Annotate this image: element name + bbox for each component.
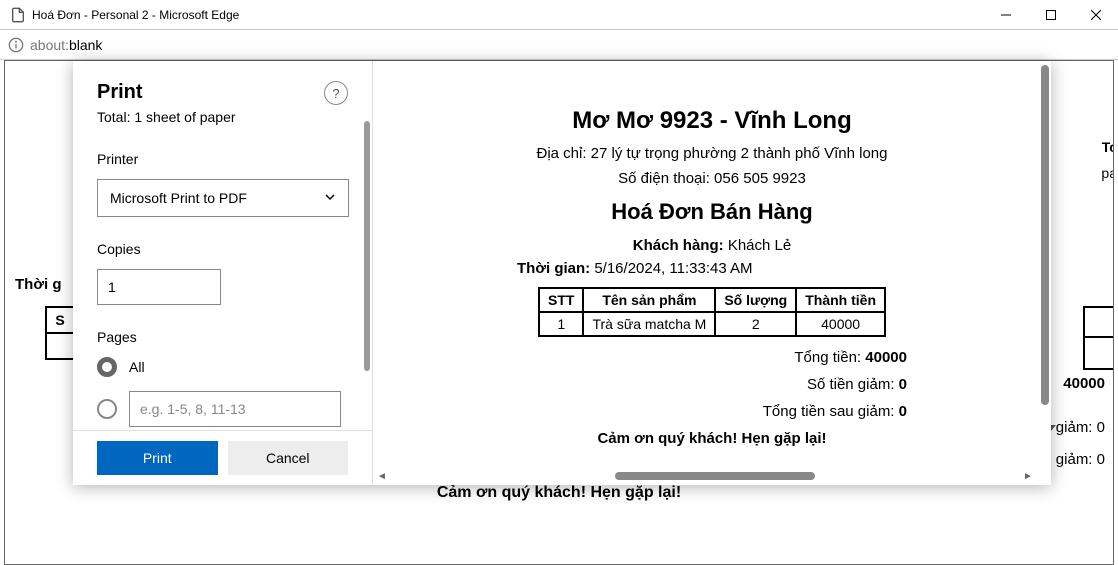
col-qty: Số lượng: [715, 288, 796, 312]
print-settings-panel: Print ? Total: 1 sheet of paper Printer …: [73, 61, 373, 485]
page-icon: [10, 7, 26, 23]
pages-range-input[interactable]: [129, 391, 341, 427]
radio-selected-icon: [97, 357, 117, 377]
copies-label: Copies: [97, 241, 348, 257]
sheet-count: Total: 1 sheet of paper: [97, 109, 348, 125]
totals-block: Tổng tiền: 40000 Số tiền giảm: 0 Tổng ti…: [401, 349, 1023, 420]
total-row: Tổng tiền: 40000: [401, 349, 907, 366]
maximize-button[interactable]: [1028, 0, 1073, 30]
settings-body: Print ? Total: 1 sheet of paper Printer …: [73, 61, 372, 430]
print-dialog: Print ? Total: 1 sheet of paper Printer …: [73, 61, 1051, 485]
thanks-message: Cảm ơn quý khách! Hẹn gặp lại!: [401, 430, 1023, 447]
col-stt: STT: [539, 288, 583, 312]
printer-label: Printer: [97, 151, 348, 167]
store-name: Mơ Mơ 9923 - Vĩnh Long: [401, 107, 1023, 135]
printer-select[interactable]: Microsoft Print to PDF: [97, 179, 349, 217]
address-bar[interactable]: about:blank: [0, 30, 1118, 60]
table-row: 1 Trà sữa matcha M 2 40000: [539, 312, 885, 336]
url-text: about:blank: [30, 37, 102, 53]
minimize-button[interactable]: [983, 0, 1028, 30]
pages-all-label: All: [129, 359, 145, 375]
discount-row: Số tiền giảm: 0: [401, 376, 907, 393]
horizontal-scroll-thumb[interactable]: [615, 472, 815, 480]
settings-scrollbar[interactable]: [364, 121, 370, 371]
table-header-row: STT Tên sản phẩm Số lượng Thành tiền: [539, 288, 885, 312]
bg-table-right: [1083, 306, 1113, 370]
print-preview: Mơ Mơ 9923 - Vĩnh Long Địa chỉ: 27 lý tự…: [373, 61, 1051, 485]
dialog-footer: Print Cancel: [73, 430, 372, 485]
pages-all-option[interactable]: All: [97, 357, 348, 377]
info-icon: [8, 37, 24, 53]
time-row: Thời gian: 5/16/2024, 11:33:43 AM: [517, 260, 1023, 277]
customer-row: Khách hàng: Khách Lẻ: [401, 237, 1023, 254]
window-controls: [983, 0, 1118, 30]
store-phone: Số điện thoại: 056 505 9923: [401, 170, 1023, 187]
printer-value: Microsoft Print to PDF: [110, 190, 247, 206]
invoice-heading: Hoá Đơn Bán Hàng: [401, 199, 1023, 225]
window-titlebar: Hoá Đơn - Personal 2 - Microsoft Edge: [0, 0, 1118, 30]
col-amount: Thành tiền: [796, 288, 885, 312]
dialog-title: Print: [97, 81, 143, 104]
bg-frag: pa: [1101, 165, 1113, 181]
preview-vertical-scrollbar[interactable]: [1041, 65, 1049, 405]
chevron-down-icon: [324, 190, 336, 206]
bg-discount-line: giảm: 0: [1046, 419, 1105, 436]
scroll-left-arrow[interactable]: ◄: [375, 469, 389, 483]
bg-time-label: Thời g: [15, 276, 62, 293]
window-title: Hoá Đơn - Personal 2 - Microsoft Edge: [32, 8, 983, 22]
bg-frag: Tc: [1102, 139, 1113, 155]
col-name: Tên sản phẩm: [583, 288, 715, 312]
help-button[interactable]: ?: [324, 81, 348, 105]
copies-input[interactable]: [97, 269, 221, 305]
radio-unselected-icon: [97, 399, 117, 419]
preview-horizontal-scrollbar[interactable]: ◄ ►: [375, 469, 1035, 483]
bg-total: 40000: [1063, 375, 1105, 392]
store-address: Địa chỉ: 27 lý tự trọng phường 2 thành p…: [401, 145, 1023, 162]
items-table: STT Tên sản phẩm Số lượng Thành tiền 1 T…: [538, 287, 886, 337]
cancel-button[interactable]: Cancel: [228, 441, 349, 475]
bg-table-fragment: S: [45, 306, 75, 360]
pages-range-option[interactable]: [97, 391, 348, 427]
bg-after-line: giảm: 0: [1056, 451, 1105, 468]
after-discount-row: Tổng tiền sau giảm: 0: [401, 403, 907, 420]
scroll-right-arrow[interactable]: ►: [1021, 469, 1035, 483]
preview-page: Mơ Mơ 9923 - Vĩnh Long Địa chỉ: 27 lý tự…: [401, 107, 1023, 447]
bg-thanks: Cảm ơn quý khách! Hẹn gặp lại!: [5, 484, 1113, 502]
close-button[interactable]: [1073, 0, 1118, 30]
pages-label: Pages: [97, 329, 348, 345]
page-content: Tc pa Thời g S 40000 giảm: 0 giảm: 0 Cảm…: [4, 60, 1114, 565]
print-button[interactable]: Print: [97, 441, 218, 475]
